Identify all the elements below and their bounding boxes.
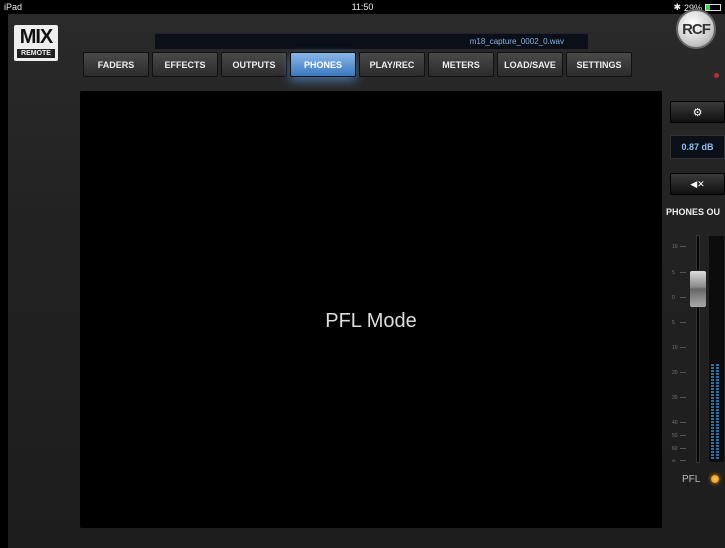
battery-icon (705, 4, 721, 11)
bluetooth-icon: ✱ (673, 2, 681, 12)
fader-scale: 10 5 0 5 10 20 30 40 50 60 ∞ (672, 240, 688, 464)
tab-settings[interactable]: SETTINGS (566, 52, 632, 77)
clock: 11:50 (351, 2, 374, 12)
scale-tick-label: 10 (672, 244, 686, 250)
scale-tick-label: 0 (672, 295, 686, 301)
tab-meters[interactable]: METERS (428, 52, 494, 77)
scale-tick-label: 30 (672, 395, 686, 401)
phones-level-meter (708, 235, 725, 463)
status-bar: iPad 11:50 ✱ 29% (0, 0, 725, 14)
main-panel: PFL Mode (80, 91, 662, 528)
gear-icon: ⚙ (692, 106, 703, 119)
phones-out-title: PHONES OU (666, 207, 721, 217)
tab-phones[interactable]: PHONES (290, 52, 356, 77)
scale-tick-label: 5 (672, 320, 686, 326)
mix-remote-logo: MIX REMOTE (14, 25, 58, 61)
scale-tick-label: 10 (672, 345, 686, 351)
pfl-indicator-led[interactable] (711, 475, 719, 483)
meter-left (711, 363, 714, 460)
tab-faders[interactable]: FADERS (83, 52, 149, 77)
phones-level-readout: 0.87 dB (670, 135, 725, 159)
rcf-label: RCF (682, 20, 711, 38)
settings-gear-button[interactable]: ⚙ (670, 101, 725, 123)
tab-outputs[interactable]: OUTPUTS (221, 52, 287, 77)
meter-right (716, 363, 719, 460)
scale-tick-label: 40 (672, 420, 686, 426)
logo-sub-text: REMOTE (17, 49, 55, 58)
logo-main-text: MIX (19, 26, 54, 48)
scale-tick-label: ∞ (672, 458, 686, 464)
scale-tick-label: 60 (672, 446, 686, 452)
main-tabs: FADERS EFFECTS OUTPUTS PHONES PLAY/REC METERS… (83, 52, 632, 77)
pfl-mode-label: PFL Mode (325, 310, 417, 332)
phones-fader-knob[interactable] (689, 270, 707, 308)
scale-tick-label: 20 (672, 370, 686, 376)
connection-led (714, 73, 719, 78)
speaker-mute-icon: ◀✕ (690, 178, 705, 189)
rcf-logo-button[interactable]: RCF (676, 9, 716, 49)
mute-button[interactable]: ◀✕ (670, 173, 725, 195)
scale-tick-label: 50 (672, 433, 686, 439)
file-name: m18_capture_0002_0.wav (469, 37, 564, 46)
tab-play-rec[interactable]: PLAY/REC (359, 52, 425, 77)
pfl-label: PFL (682, 474, 701, 485)
tab-effects[interactable]: EFFECTS (152, 52, 218, 77)
tab-load-save[interactable]: LOAD/SAVE (497, 52, 563, 77)
scale-tick-label: 5 (672, 270, 686, 276)
file-name-display: m18_capture_0002_0.wav (155, 33, 588, 49)
